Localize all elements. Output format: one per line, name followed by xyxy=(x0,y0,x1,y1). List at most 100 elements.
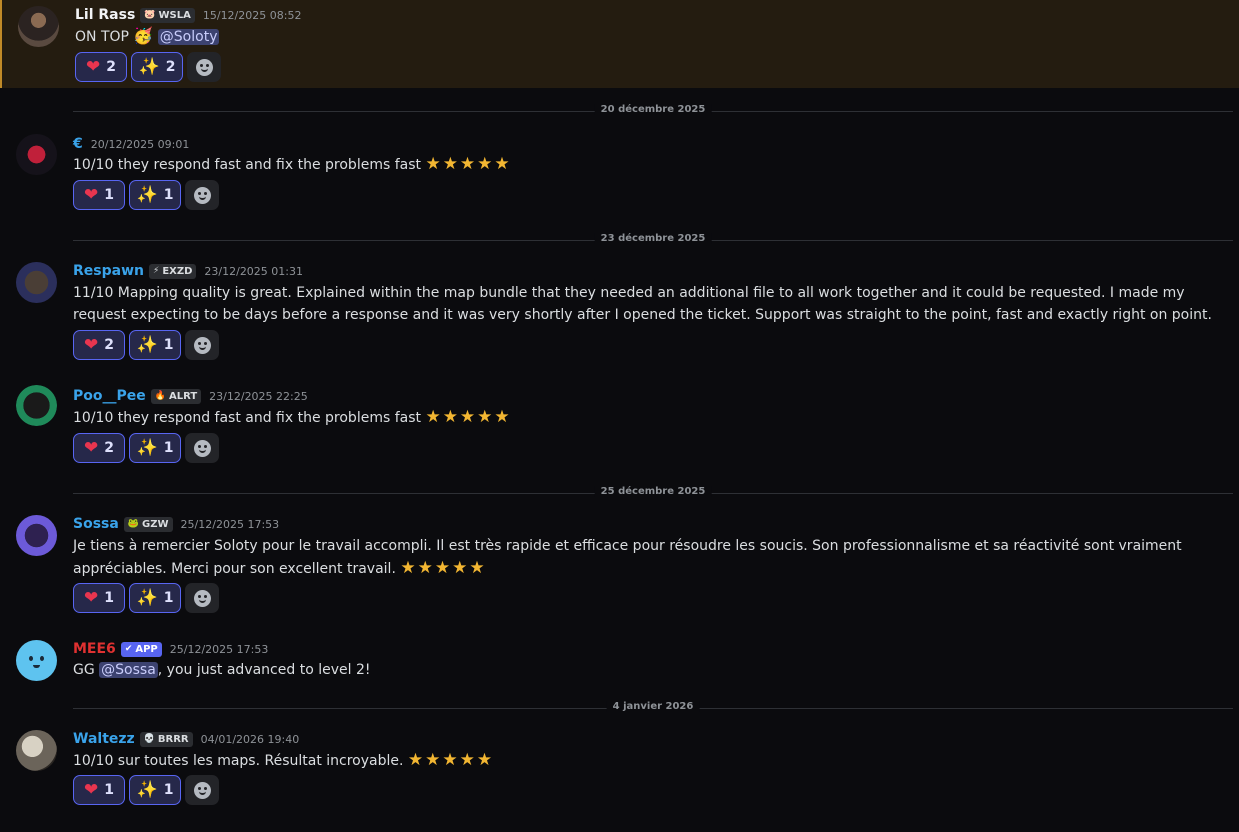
avatar[interactable] xyxy=(16,640,57,681)
guild-tag-label: GZW xyxy=(142,518,169,530)
username[interactable]: Poo__Pee xyxy=(73,388,146,404)
avatar[interactable] xyxy=(16,262,57,303)
reactions: ❤ 1 ✨ 1 xyxy=(73,180,219,210)
avatar[interactable] xyxy=(16,730,57,771)
heart-emoji-icon: ❤ xyxy=(84,184,99,205)
guild-tag-label: WSLA xyxy=(158,9,191,21)
reaction-sparkles[interactable]: ✨ 1 xyxy=(129,330,181,360)
reaction-heart[interactable]: ❤ 2 xyxy=(73,330,125,360)
reaction-sparkles[interactable]: ✨ 1 xyxy=(129,775,181,805)
add-reaction-icon xyxy=(193,336,211,354)
message-text: 11/10 Mapping quality is great. Explaine… xyxy=(73,285,1212,323)
timestamp: 25/12/2025 17:53 xyxy=(180,517,280,531)
username[interactable]: Sossa xyxy=(73,516,119,532)
username[interactable]: € xyxy=(73,136,83,152)
reaction-heart[interactable]: ❤ 2 xyxy=(73,433,125,463)
reaction-count: 2 xyxy=(165,59,176,75)
avatar[interactable] xyxy=(16,515,57,556)
reaction-heart[interactable]: ❤ 1 xyxy=(73,180,125,210)
reaction-sparkles[interactable]: ✨ 2 xyxy=(131,52,183,82)
party-face-icon: 🥳 xyxy=(133,26,154,45)
star-emoji-icon: ★★★★★ xyxy=(425,154,512,174)
heart-emoji-icon: ❤ xyxy=(84,779,99,800)
reactions: ❤ 2 ✨ 1 xyxy=(73,330,219,360)
add-reaction-icon xyxy=(193,589,211,607)
reaction-count: 2 xyxy=(104,440,114,456)
reactions: ❤ 2 ✨ 1 xyxy=(73,433,219,463)
guild-tag[interactable]: 🐷 WSLA xyxy=(140,7,195,23)
user-mention[interactable]: @Soloty xyxy=(157,29,220,45)
app-tag: ✔ APP xyxy=(120,641,162,657)
guild-tag-label: EXZD xyxy=(162,265,193,277)
add-reaction-icon xyxy=(195,58,213,76)
reactions: ❤ 1 ✨ 1 xyxy=(73,583,219,613)
avatar[interactable] xyxy=(18,6,59,47)
add-reaction-icon xyxy=(193,439,211,457)
heart-emoji-icon: ❤ xyxy=(84,437,99,458)
heart-emoji-icon: ❤ xyxy=(84,587,99,608)
message-text: , you just advanced to level 2! xyxy=(157,662,371,678)
sparkles-emoji-icon: ✨ xyxy=(136,779,158,800)
guild-tag-label: BRRR xyxy=(157,733,189,745)
message-content: 11/10 Mapping quality is great. Explaine… xyxy=(73,282,1213,326)
timestamp: 15/12/2025 08:52 xyxy=(202,8,302,22)
reaction-count: 2 xyxy=(106,59,116,75)
avatar[interactable] xyxy=(16,134,57,175)
message-text: 10/10 they respond fast and fix the prob… xyxy=(73,157,421,173)
add-reaction-button[interactable] xyxy=(185,180,219,210)
message-content: 10/10 they respond fast and fix the prob… xyxy=(73,406,1213,429)
chat-messages: Lil Rass 🐷 WSLA 15/12/2025 08:52 ON TOP … xyxy=(0,0,1239,832)
reaction-heart[interactable]: ❤ 1 xyxy=(73,775,125,805)
reaction-sparkles[interactable]: ✨ 1 xyxy=(129,583,181,613)
sparkles-emoji-icon: ✨ xyxy=(136,587,158,608)
guild-tag[interactable]: ⚡ EXZD xyxy=(148,263,197,279)
message-text: Je tiens à remercier Soloty pour le trav… xyxy=(73,538,1182,577)
timestamp: 04/01/2026 19:40 xyxy=(200,732,300,746)
message-text: ON TOP xyxy=(75,29,129,45)
message-waltezz: Waltezz 💀 BRRR 04/01/2026 19:40 10/10 su… xyxy=(0,729,1239,809)
reaction-count: 2 xyxy=(104,337,114,353)
guild-tag[interactable]: 🐸 GZW xyxy=(123,516,173,532)
username[interactable]: Respawn xyxy=(73,263,144,279)
message-respawn: Respawn ⚡ EXZD 23/12/2025 01:31 11/10 Ma… xyxy=(0,260,1239,360)
add-reaction-button[interactable] xyxy=(185,583,219,613)
heart-emoji-icon: ❤ xyxy=(86,56,101,77)
date-divider-label: 23 décembre 2025 xyxy=(594,233,712,244)
reaction-count: 1 xyxy=(163,590,174,606)
reaction-count: 1 xyxy=(163,440,174,456)
skull-icon: 💀 xyxy=(143,734,155,744)
reaction-count: 1 xyxy=(104,782,114,798)
message-content: 10/10 they respond fast and fix the prob… xyxy=(73,153,1213,176)
reaction-sparkles[interactable]: ✨ 1 xyxy=(129,180,181,210)
guild-tag-label: ALRT xyxy=(168,390,198,402)
lightning-icon: ⚡ xyxy=(152,266,160,276)
add-reaction-button[interactable] xyxy=(185,330,219,360)
add-reaction-icon xyxy=(193,781,211,799)
reactions: ❤ 2 ✨ 2 xyxy=(75,52,221,82)
username[interactable]: Waltezz xyxy=(73,731,135,747)
heart-emoji-icon: ❤ xyxy=(84,334,99,355)
username[interactable]: MEE6 xyxy=(73,641,116,657)
reactions: ❤ 1 ✨ 1 xyxy=(73,775,219,805)
add-reaction-button[interactable] xyxy=(187,52,221,82)
date-divider-label: 25 décembre 2025 xyxy=(594,486,712,497)
guild-tag[interactable]: 💀 BRRR xyxy=(139,731,193,747)
reaction-heart[interactable]: ❤ 1 xyxy=(73,583,125,613)
add-reaction-button[interactable] xyxy=(185,775,219,805)
user-mention[interactable]: @Sossa xyxy=(99,662,158,678)
add-reaction-button[interactable] xyxy=(185,433,219,463)
reaction-sparkles[interactable]: ✨ 1 xyxy=(129,433,181,463)
username[interactable]: Lil Rass xyxy=(75,7,135,23)
timestamp: 23/12/2025 22:25 xyxy=(209,389,308,403)
reaction-heart[interactable]: ❤ 2 xyxy=(75,52,127,82)
timestamp: 25/12/2025 17:53 xyxy=(169,642,269,656)
pig-icon: 🐷 xyxy=(144,10,156,20)
reaction-count: 1 xyxy=(104,187,114,203)
date-divider: 20 décembre 2025 xyxy=(73,104,1233,115)
avatar[interactable] xyxy=(16,385,57,426)
fire-icon: 🔥 xyxy=(154,391,166,401)
message-content: 10/10 sur toutes les maps. Résultat incr… xyxy=(73,749,1213,772)
guild-tag[interactable]: 🔥 ALRT xyxy=(150,388,202,404)
sparkles-emoji-icon: ✨ xyxy=(136,437,158,458)
message-sossa: Sossa 🐸 GZW 25/12/2025 17:53 Je tiens à … xyxy=(0,513,1239,613)
